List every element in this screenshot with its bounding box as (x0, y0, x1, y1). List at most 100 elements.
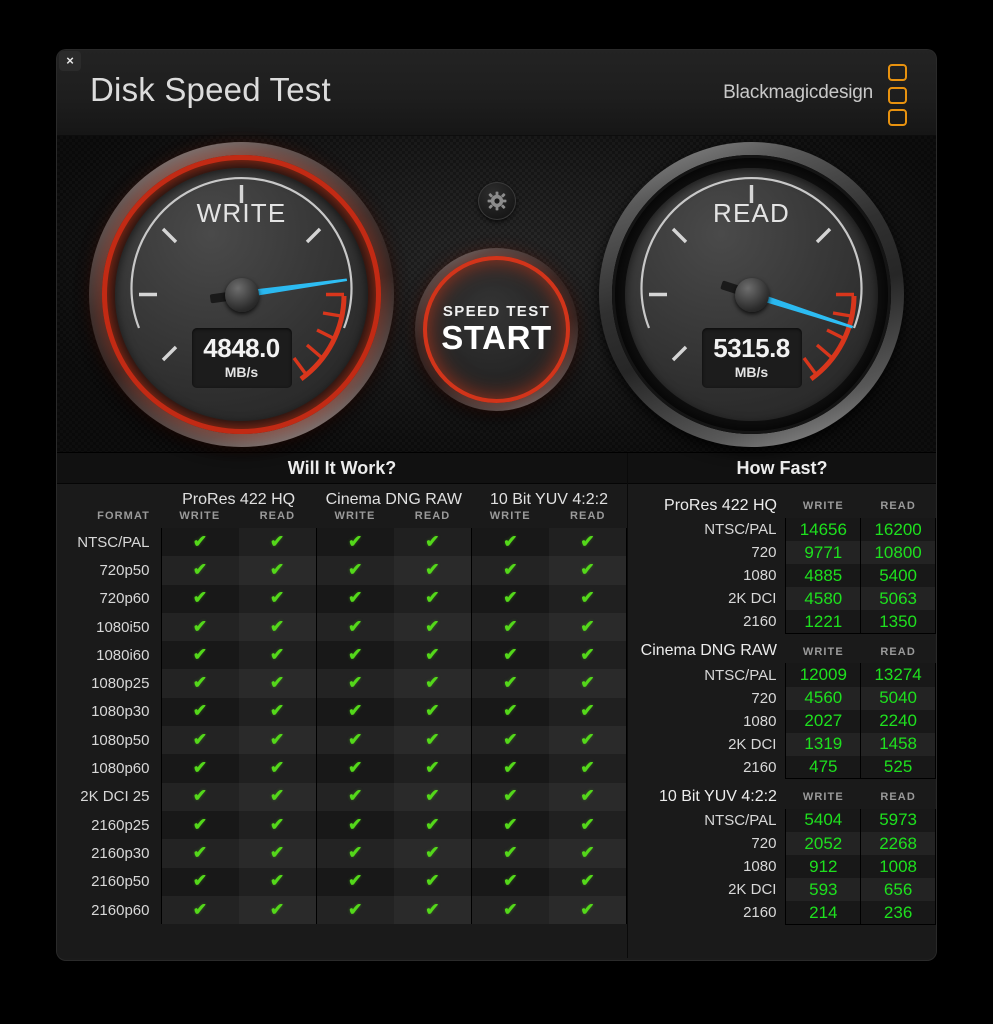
check-icon: ✔ (503, 842, 518, 862)
table-row: 1080p50 ✔ ✔ ✔ ✔ ✔ ✔ (57, 726, 628, 755)
check-icon: ✔ (270, 644, 285, 664)
read-speed-value: 525 (860, 755, 936, 780)
write-speed-value: 4560 (785, 686, 861, 710)
write-speed-value: 1221 (785, 610, 861, 634)
compatibility-cell: ✔ (393, 669, 472, 698)
table-row: 1080p60 ✔ ✔ ✔ ✔ ✔ ✔ (57, 754, 628, 783)
check-icon: ✔ (503, 616, 518, 636)
table-row: NTSC/PAL 12009 13274 (628, 663, 936, 687)
compatibility-cell: ✔ (160, 528, 239, 557)
check-icon: ✔ (503, 531, 518, 551)
compatibility-cell: ✔ (315, 726, 394, 755)
table-row: 720p60 ✔ ✔ ✔ ✔ ✔ ✔ (57, 584, 628, 613)
how-fast-section-header: 10 Bit YUV 4:2:2 WRITE READ (628, 779, 936, 809)
format-label: 2K DCI 25 (80, 788, 150, 806)
group-header-row: ProRes 422 HQ Cinema DNG RAW 10 Bit YUV … (57, 484, 627, 510)
group-header-yuv: 10 Bit YUV 4:2:2 (489, 491, 608, 508)
check-icon: ✔ (192, 644, 208, 664)
format-label: 1080p25 (91, 675, 150, 693)
compatibility-cell: ✔ (160, 867, 239, 896)
settings-button[interactable] (477, 182, 516, 220)
table-row: 720 9771 10800 (628, 541, 936, 565)
compatibility-cell: ✔ (238, 612, 317, 642)
check-icon: ✔ (348, 531, 363, 551)
write-column-header: WRITE (802, 645, 844, 658)
check-icon: ✔ (270, 588, 285, 608)
write-speed-value: 4580 (785, 587, 861, 611)
close-window-button[interactable]: × (59, 51, 81, 71)
check-icon: ✔ (580, 786, 595, 806)
compatibility-cell: ✔ (238, 782, 317, 811)
table-row: 2160p60 ✔ ✔ ✔ ✔ ✔ ✔ (57, 895, 628, 925)
check-icon: ✔ (580, 701, 595, 721)
compatibility-cell: ✔ (470, 641, 549, 670)
check-icon: ✔ (425, 786, 440, 806)
compatibility-cell: ✔ (315, 528, 394, 557)
check-icon: ✔ (192, 701, 208, 721)
check-icon: ✔ (348, 842, 363, 862)
check-icon: ✔ (270, 758, 285, 778)
how-fast-section-header: Cinema DNG RAW WRITE READ (628, 633, 936, 663)
resolution-label: 2160 (743, 758, 777, 776)
resolution-label: 2K DCI (728, 590, 777, 608)
compatibility-cell: ✔ (470, 782, 549, 811)
gear-icon (487, 191, 506, 211)
compatibility-cell: ✔ (238, 556, 317, 585)
compatibility-cell: ✔ (315, 895, 394, 925)
check-icon: ✔ (503, 729, 518, 749)
write-speed-value: 2027 (785, 709, 861, 733)
start-button-inner: SPEED TEST START (423, 256, 570, 403)
compatibility-cell: ✔ (470, 867, 549, 896)
check-icon: ✔ (270, 673, 285, 693)
write-speed-value: 912 (785, 855, 861, 879)
check-icon: ✔ (270, 842, 285, 862)
check-icon: ✔ (348, 673, 363, 693)
compatibility-cell: ✔ (160, 839, 239, 868)
check-icon: ✔ (348, 588, 363, 608)
check-icon: ✔ (580, 644, 595, 664)
compatibility-cell: ✔ (238, 895, 317, 925)
compatibility-cell: ✔ (470, 754, 549, 783)
compatibility-cell: ✔ (315, 612, 394, 642)
format-label: 2160p30 (91, 844, 150, 862)
check-icon: ✔ (192, 899, 208, 919)
check-icon: ✔ (580, 531, 595, 551)
check-icon: ✔ (580, 842, 595, 862)
compatibility-cell: ✔ (238, 810, 317, 840)
titlebar: Disk Speed Test Blackmagicdesign (57, 50, 936, 136)
resolution-label: NTSC/PAL (704, 666, 777, 684)
how-fast-section-header: ProRes 422 HQ WRITE READ (628, 488, 936, 518)
table-row: 1080i60 ✔ ✔ ✔ ✔ ✔ ✔ (57, 641, 628, 670)
read-speed-value: 1008 (860, 855, 936, 879)
read-speed-value: 5400 (860, 564, 936, 588)
check-icon: ✔ (348, 644, 363, 664)
table-row: NTSC/PAL 5404 5973 (628, 808, 936, 833)
compatibility-cell: ✔ (393, 556, 472, 585)
compatibility-cell: ✔ (470, 895, 549, 925)
check-icon: ✔ (348, 729, 363, 749)
compatibility-cell: ✔ (315, 839, 394, 868)
read-column-header: READ (880, 645, 916, 658)
format-label: 2160p50 (91, 873, 150, 891)
speed-test-start-button[interactable]: SPEED TEST START (415, 248, 578, 411)
check-icon: ✔ (270, 559, 285, 579)
check-icon: ✔ (270, 814, 285, 834)
check-icon: ✔ (503, 899, 518, 919)
compatibility-cell: ✔ (315, 584, 394, 613)
compatibility-cell: ✔ (393, 782, 472, 811)
write-speed-value: 593 (785, 878, 861, 902)
subhead-yuv-write: WRITE (489, 510, 531, 522)
check-icon: ✔ (425, 616, 440, 636)
write-speed-value: 12009 (785, 663, 861, 687)
table-row: 1080i50 ✔ ✔ ✔ ✔ ✔ ✔ (57, 612, 628, 642)
check-icon: ✔ (192, 871, 208, 891)
check-icon: ✔ (503, 673, 518, 693)
check-icon: ✔ (425, 644, 440, 664)
resolution-label: NTSC/PAL (704, 521, 777, 539)
subhead-prores-read: READ (259, 510, 296, 522)
table-row: 2K DCI 25 ✔ ✔ ✔ ✔ ✔ ✔ (57, 782, 628, 811)
logo-square-2 (888, 86, 907, 104)
check-icon: ✔ (503, 758, 518, 778)
compatibility-cell: ✔ (160, 697, 239, 727)
compatibility-cell: ✔ (238, 669, 317, 698)
